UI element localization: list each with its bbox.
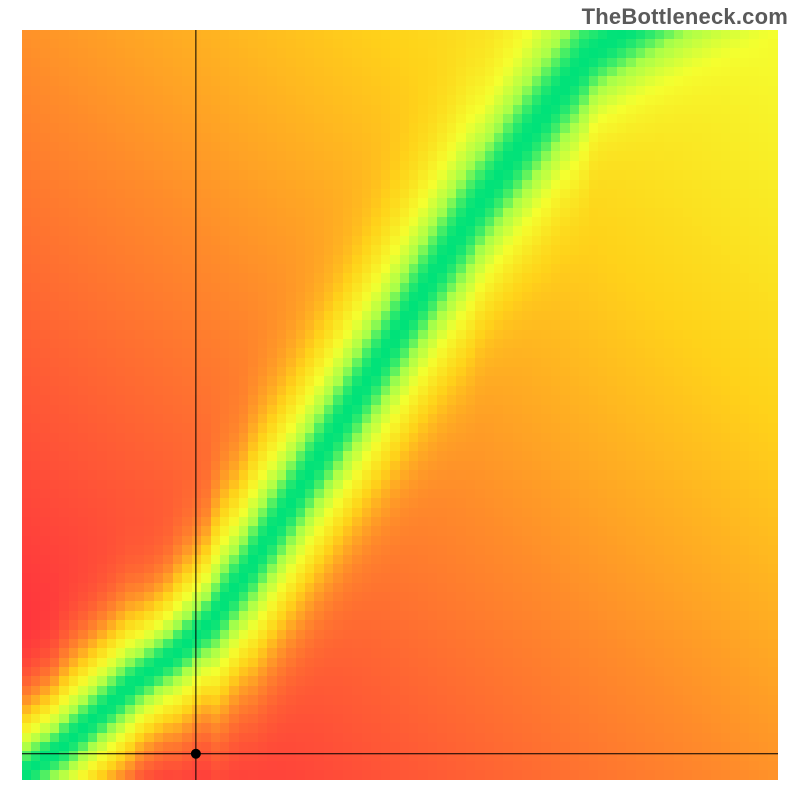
heatmap-canvas bbox=[22, 30, 778, 780]
chart-container: TheBottleneck.com bbox=[0, 0, 800, 800]
attribution-text: TheBottleneck.com bbox=[582, 4, 788, 30]
